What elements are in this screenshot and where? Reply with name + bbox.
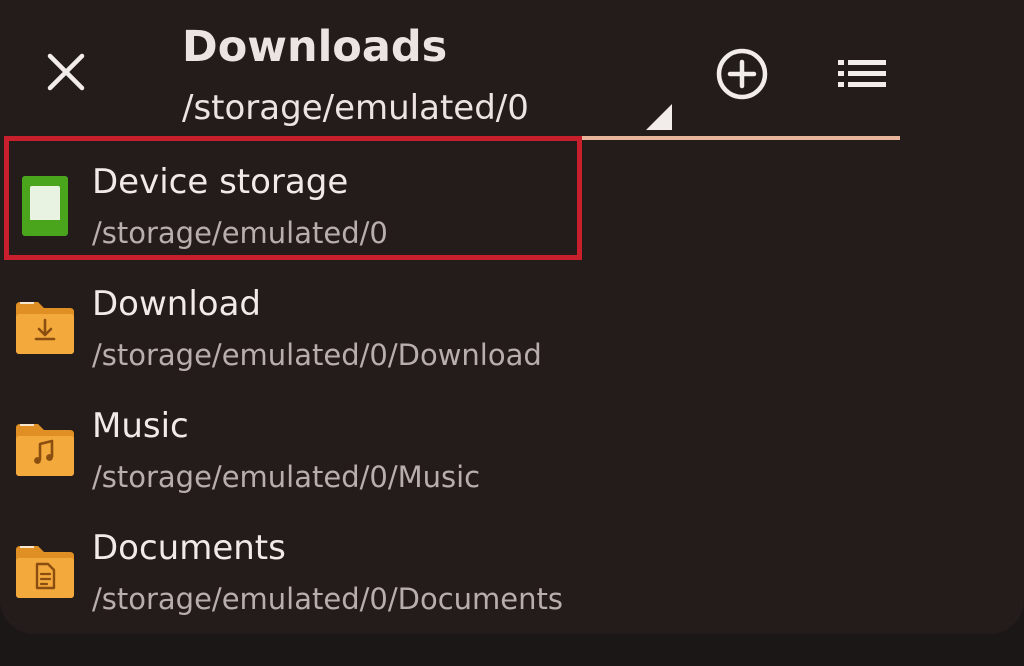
- location-name: Device storage: [92, 162, 349, 202]
- path-underline: [182, 136, 900, 140]
- location-name: Download: [92, 284, 262, 324]
- location-name: Documents: [92, 528, 286, 568]
- path-dropdown[interactable]: /storage/emulated/0: [182, 80, 900, 142]
- close-icon: [47, 53, 85, 91]
- location-path: /storage/emulated/0: [92, 216, 388, 250]
- location-item-documents[interactable]: Documents /storage/emulated/0/Documents: [0, 512, 1024, 634]
- location-item-download[interactable]: Download /storage/emulated/0/Download: [0, 268, 1024, 390]
- add-circle-icon: [716, 48, 768, 100]
- documents-folder-icon: [16, 546, 74, 598]
- current-path: /storage/emulated/0: [182, 88, 529, 128]
- folder-picker-panel: Downloads /storage/emulated/0 Device sto…: [0, 0, 1024, 634]
- device-storage-icon: [22, 176, 68, 236]
- page-title: Downloads: [182, 22, 448, 72]
- list-view-button[interactable]: [836, 52, 890, 96]
- bottom-strip: [0, 634, 1024, 666]
- dropdown-triangle-icon: [646, 104, 672, 130]
- location-path: /storage/emulated/0/Documents: [92, 582, 563, 616]
- close-button[interactable]: [42, 48, 90, 96]
- location-path: /storage/emulated/0/Music: [92, 460, 481, 494]
- location-name: Music: [92, 406, 189, 446]
- add-folder-button[interactable]: [714, 46, 770, 102]
- list-view-icon: [838, 60, 886, 87]
- music-folder-icon: [16, 424, 74, 476]
- download-folder-icon: [16, 302, 74, 354]
- location-item-music[interactable]: Music /storage/emulated/0/Music: [0, 390, 1024, 512]
- location-path: /storage/emulated/0/Download: [92, 338, 542, 372]
- location-item-device-storage[interactable]: Device storage /storage/emulated/0: [0, 146, 1024, 268]
